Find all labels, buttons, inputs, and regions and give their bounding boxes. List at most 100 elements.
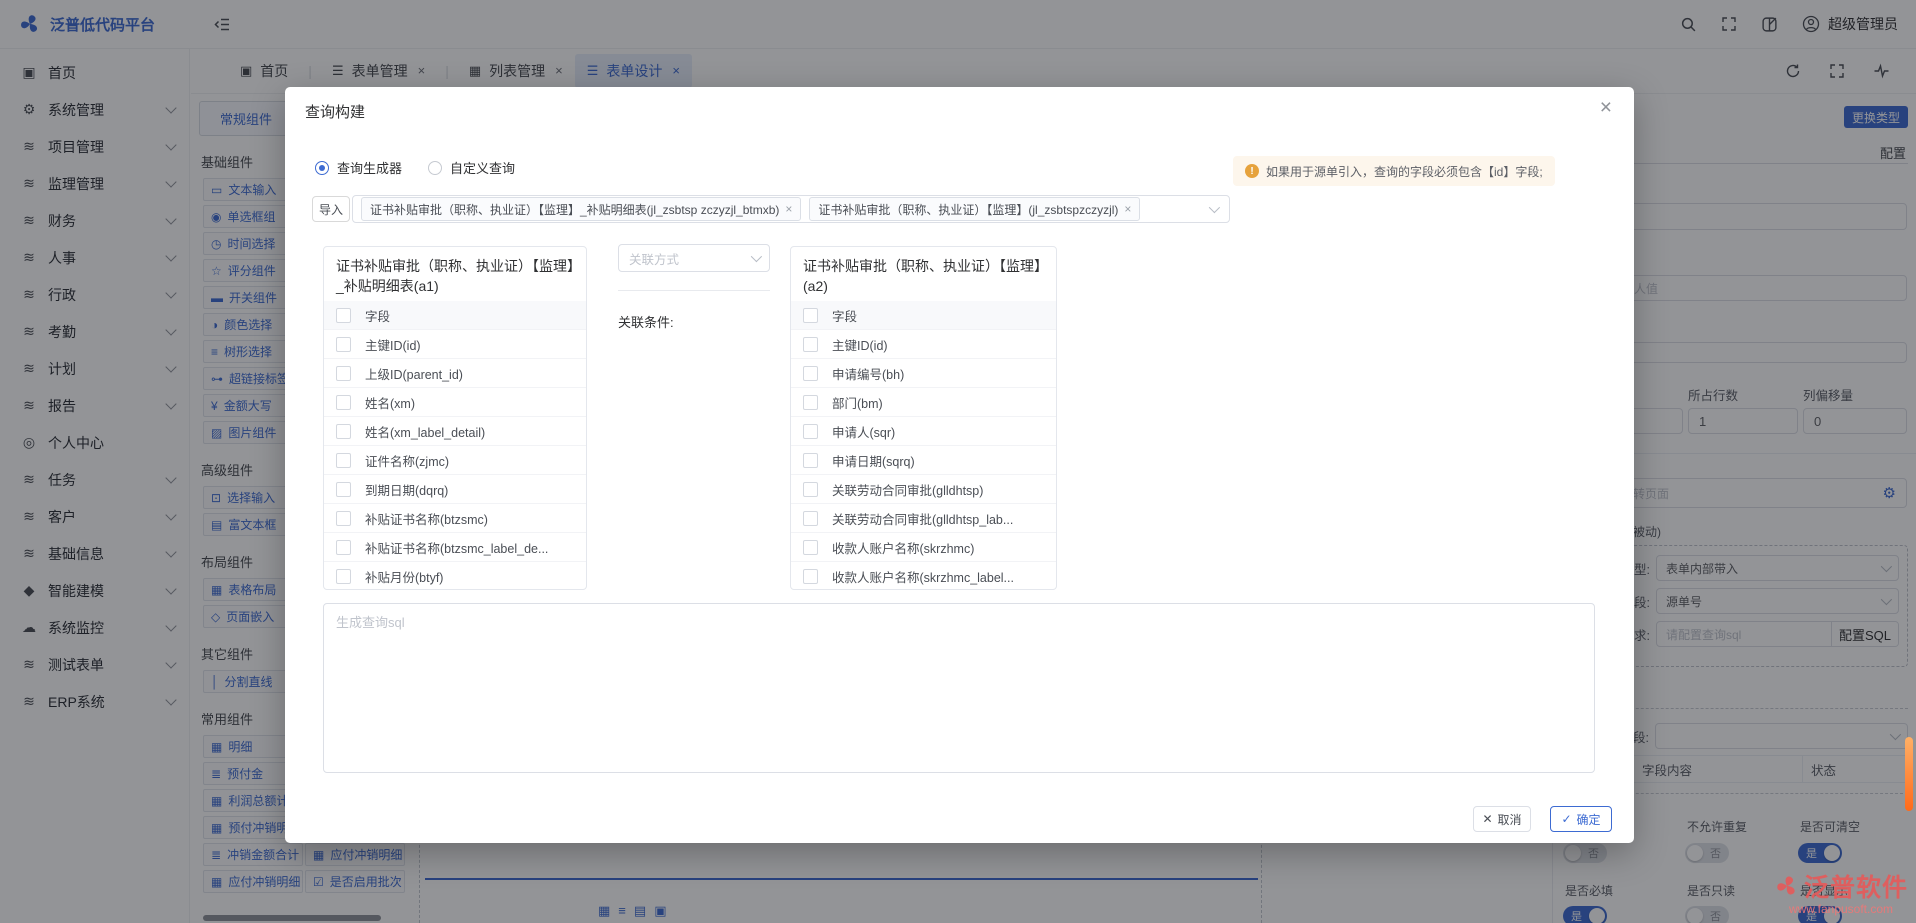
field-row[interactable]: 补贴证书名称(btzsmc) xyxy=(324,504,586,533)
field-label: 补贴证书名称(btzsmc_label_de... xyxy=(365,538,554,557)
generated-sql-textarea[interactable]: 生成查询sql xyxy=(323,603,1595,773)
chevron-down-icon xyxy=(751,251,762,262)
warning-text: 如果用于源单引入，查询的字段必须包含【id】字段; xyxy=(1266,163,1543,180)
warning-banner: ! 如果用于源单引入，查询的字段必须包含【id】字段; xyxy=(1233,156,1555,186)
field-label: 补贴月份(btyf) xyxy=(365,567,449,586)
field-label: 主键ID(id) xyxy=(365,335,427,354)
tag-text: 证书补贴审批（职称、执业证）【监理】(jl_zsbtspzczyzjl) xyxy=(818,201,1118,218)
field-checkbox[interactable] xyxy=(336,337,351,352)
close-icon: ✕ xyxy=(1482,812,1492,826)
field-row[interactable]: 上级ID(parent_id) xyxy=(324,359,586,388)
radio-query-generator[interactable]: 查询生成器 xyxy=(315,158,402,177)
field-label: 申请日期(sqrq) xyxy=(832,451,921,470)
radio-unselected-icon xyxy=(428,161,442,175)
source-table-tag: 证书补贴审批（职称、执业证）【监理】(jl_zsbtspzczyzjl) × xyxy=(809,197,1140,221)
field-label: 主键ID(id) xyxy=(832,335,894,354)
select-all-checkbox[interactable] xyxy=(803,308,818,323)
field-column-header: 字段 xyxy=(365,306,396,325)
field-checkbox[interactable] xyxy=(336,569,351,584)
cancel-label: 取消 xyxy=(1498,811,1522,828)
field-column-header: 字段 xyxy=(832,306,863,325)
field-row[interactable]: 姓名(xm) xyxy=(324,388,586,417)
import-button[interactable]: 导入 xyxy=(312,196,350,222)
field-row[interactable]: 申请人(sqr) xyxy=(791,417,1056,446)
field-checkbox[interactable] xyxy=(803,395,818,410)
field-row[interactable]: 部门(bm) xyxy=(791,388,1056,417)
dialog-title: 查询构建 xyxy=(305,101,365,122)
watermark-site: www.fanpusoft.com xyxy=(1789,902,1893,916)
right-field-table: 证书补贴审批（职称、执业证）【监理】(a2) 字段主键ID(id) 申请编号(bh)… xyxy=(790,246,1057,590)
radio-label: 自定义查询 xyxy=(450,158,515,177)
field-checkbox[interactable] xyxy=(803,511,818,526)
radio-selected-icon xyxy=(315,161,329,175)
field-row[interactable]: 申请日期(sqrq) xyxy=(791,446,1056,475)
field-row[interactable]: 补贴证书名称(btzsmc_label_de... xyxy=(324,533,586,562)
field-row[interactable]: 关联劳动合同审批(glldhtsp_lab... xyxy=(791,504,1056,533)
field-label: 申请编号(bh) xyxy=(832,364,910,383)
field-checkbox[interactable] xyxy=(803,482,818,497)
field-label: 收款人账户名称(skrzhmc_label... xyxy=(832,567,1020,586)
field-label: 姓名(xm_label_detail) xyxy=(365,422,491,441)
field-checkbox[interactable] xyxy=(803,424,818,439)
placeholder-text: 生成查询sql xyxy=(336,612,405,631)
field-table-header-row: 字段 xyxy=(324,301,586,330)
app: 泛普低代码平台 xyxy=(0,0,1916,923)
field-checkbox[interactable] xyxy=(803,569,818,584)
field-checkbox[interactable] xyxy=(803,337,818,352)
field-checkbox[interactable] xyxy=(336,395,351,410)
field-row[interactable]: 收款人账户名称(skrzhmc_label... xyxy=(791,562,1056,590)
divider xyxy=(618,290,770,291)
field-row[interactable]: 主键ID(id) xyxy=(324,330,586,359)
field-row[interactable]: 证件名称(zjmc) xyxy=(324,446,586,475)
relation-type-select[interactable]: 关联方式 xyxy=(618,244,770,272)
field-row[interactable]: 关联劳动合同审批(glldhtsp) xyxy=(791,475,1056,504)
field-row[interactable]: 姓名(xm_label_detail) xyxy=(324,417,586,446)
vertical-scrollbar[interactable] xyxy=(1905,737,1913,811)
close-icon[interactable]: × xyxy=(1124,202,1131,216)
radio-custom-query[interactable]: 自定义查询 xyxy=(428,158,515,177)
field-row[interactable]: 申请编号(bh) xyxy=(791,359,1056,388)
close-icon[interactable]: × xyxy=(785,202,792,216)
field-label: 关联劳动合同审批(glldhtsp_lab... xyxy=(832,509,1019,528)
field-checkbox[interactable] xyxy=(336,540,351,555)
field-row[interactable]: 收款人账户名称(skrzhmc) xyxy=(791,533,1056,562)
field-row[interactable]: 主键ID(id) xyxy=(791,330,1056,359)
select-all-checkbox[interactable] xyxy=(336,308,351,323)
field-label: 部门(bm) xyxy=(832,393,889,412)
close-icon[interactable]: × xyxy=(1600,97,1612,118)
query-builder-dialog: 查询构建 × 查询生成器 自定义查询 ! 如果用于源单引入，查询的字段必须包含【… xyxy=(285,87,1634,843)
confirm-button[interactable]: ✓ 确定 xyxy=(1550,806,1612,832)
placeholder-text: 关联方式 xyxy=(629,249,679,268)
watermark-brand: 泛普软件 xyxy=(1804,868,1908,904)
field-checkbox[interactable] xyxy=(336,511,351,526)
field-label: 到期日期(dqrq) xyxy=(365,480,454,499)
field-table-header-row: 字段 xyxy=(791,301,1056,330)
field-checkbox[interactable] xyxy=(336,366,351,381)
check-icon: ✓ xyxy=(1561,812,1571,826)
field-checkbox[interactable] xyxy=(336,453,351,468)
source-table-tag: 证书补贴审批（职称、执业证）【监理】_补贴明细表(jl_zsbtsp zczyz… xyxy=(361,197,801,221)
field-checkbox[interactable] xyxy=(336,482,351,497)
cancel-button[interactable]: ✕ 取消 xyxy=(1473,806,1531,832)
chevron-down-icon xyxy=(1209,202,1220,213)
field-label: 姓名(xm) xyxy=(365,393,421,412)
field-label: 上级ID(parent_id) xyxy=(365,364,469,383)
field-table-title: 证书补贴审批（职称、执业证）【监理】(a2) xyxy=(791,247,1056,301)
field-label: 申请人(sqr) xyxy=(832,422,901,441)
field-label: 关联劳动合同审批(glldhtsp) xyxy=(832,480,989,499)
confirm-label: 确定 xyxy=(1577,811,1601,828)
query-mode-options: 查询生成器 自定义查询 xyxy=(315,158,515,177)
field-row[interactable]: 到期日期(dqrq) xyxy=(324,475,586,504)
tag-text: 证书补贴审批（职称、执业证）【监理】_补贴明细表(jl_zsbtsp zczyz… xyxy=(370,201,779,218)
left-field-table: 证书补贴审批（职称、执业证）【监理】_补贴明细表(a1)字段主键ID(id)上级… xyxy=(323,246,587,590)
source-tables-select[interactable]: 证书补贴审批（职称、执业证）【监理】_补贴明细表(jl_zsbtsp zczyz… xyxy=(352,195,1230,223)
field-checkbox[interactable] xyxy=(803,453,818,468)
field-checkbox[interactable] xyxy=(803,366,818,381)
watermark-logo-icon xyxy=(1774,873,1800,899)
warning-icon: ! xyxy=(1245,164,1259,178)
field-label: 证件名称(zjmc) xyxy=(365,451,455,470)
field-checkbox[interactable] xyxy=(336,424,351,439)
field-label: 收款人账户名称(skrzhmc) xyxy=(832,538,980,557)
field-row[interactable]: 补贴月份(btyf) xyxy=(324,562,586,590)
field-checkbox[interactable] xyxy=(803,540,818,555)
